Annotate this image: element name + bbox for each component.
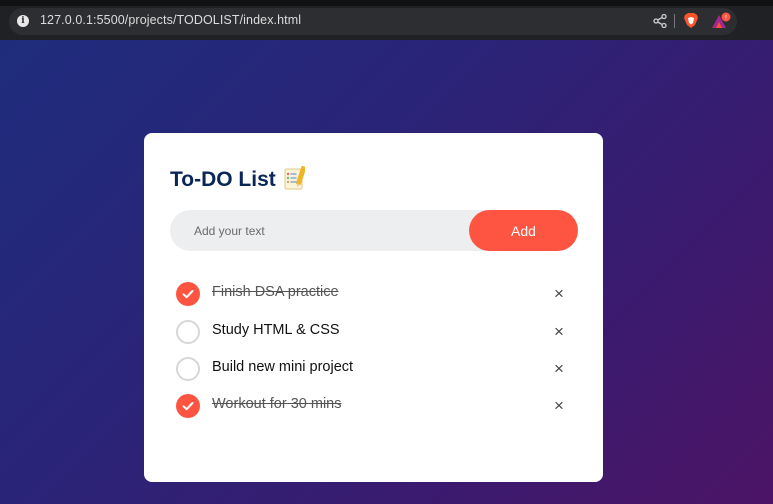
task-label: Study HTML & CSS xyxy=(212,322,340,338)
svg-text:!: ! xyxy=(725,15,727,22)
task-item[interactable]: Build new mini project × xyxy=(170,355,570,385)
check-icon xyxy=(182,402,194,411)
task-checkbox-checked[interactable] xyxy=(176,282,200,306)
share-icon[interactable] xyxy=(653,14,667,28)
url-text[interactable]: 127.0.0.1:5500/projects/TODOLIST/index.h… xyxy=(40,13,301,27)
delete-task-icon[interactable]: × xyxy=(554,322,564,342)
notepad-checklist-icon xyxy=(284,166,305,190)
toolbar-separator xyxy=(674,14,675,28)
app-title: To-DO List xyxy=(170,168,276,191)
brave-rewards-icon[interactable]: ! xyxy=(711,12,731,30)
task-checkbox-checked[interactable] xyxy=(176,394,200,418)
task-item[interactable]: Finish DSA practice × xyxy=(170,280,570,310)
check-icon xyxy=(182,290,194,299)
task-checkbox[interactable] xyxy=(176,357,200,381)
task-input[interactable] xyxy=(194,210,464,251)
task-label: Build new mini project xyxy=(212,359,354,375)
delete-task-icon[interactable]: × xyxy=(554,359,564,379)
task-label: Finish DSA practice xyxy=(212,284,339,300)
add-button[interactable]: Add xyxy=(469,210,578,251)
delete-task-icon[interactable]: × xyxy=(554,396,564,416)
brave-shields-icon[interactable] xyxy=(683,12,699,29)
task-item[interactable]: Workout for 30 mins × xyxy=(170,392,570,422)
task-input-container: Add xyxy=(170,210,578,251)
task-item[interactable]: Study HTML & CSS × xyxy=(170,318,570,348)
site-info-icon[interactable]: i xyxy=(17,15,29,27)
browser-tab-strip xyxy=(0,0,773,6)
delete-task-icon[interactable]: × xyxy=(554,284,564,304)
todo-card: To-DO List Add Finish DSA practice × Stu… xyxy=(144,133,603,482)
task-checkbox[interactable] xyxy=(176,320,200,344)
task-label: Workout for 30 mins xyxy=(212,396,342,412)
